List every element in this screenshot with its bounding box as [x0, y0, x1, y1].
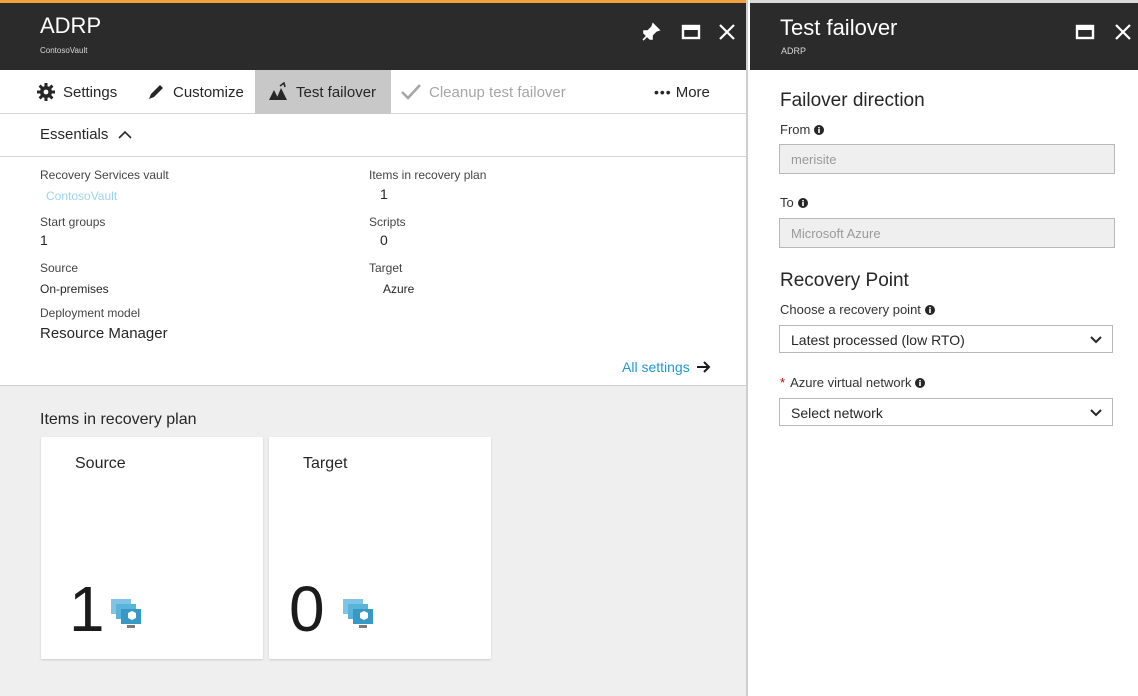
- from-label-row: From: [780, 122, 825, 137]
- maximize-icon[interactable]: [1074, 21, 1096, 43]
- from-field[interactable]: merisite: [779, 144, 1115, 174]
- to-label-row: To: [780, 195, 808, 210]
- source-label: Source: [40, 261, 79, 275]
- maximize-icon[interactable]: [680, 21, 702, 43]
- info-icon[interactable]: [814, 124, 825, 135]
- pin-icon[interactable]: [640, 21, 662, 43]
- command-bar: Settings Customize Test failover Cleanup…: [0, 70, 746, 114]
- virtual-machines-icon: [109, 597, 143, 636]
- test-failover-subtitle: ADRP: [781, 46, 807, 56]
- vault-label: Recovery Services vault: [40, 168, 169, 182]
- items-label: Items in recovery plan: [369, 168, 487, 182]
- to-label: To: [780, 195, 794, 210]
- azure-network-select[interactable]: Select network: [779, 398, 1113, 426]
- blade-title: ADRP: [40, 13, 102, 38]
- target-value: Azure: [383, 282, 415, 296]
- test-failover-label: Test failover: [296, 83, 377, 101]
- customize-label: Customize: [173, 83, 244, 101]
- azure-network-value: Select network: [791, 405, 883, 421]
- target-tile[interactable]: Target 0: [269, 437, 491, 659]
- virtual-machines-icon: [341, 597, 375, 636]
- close-icon[interactable]: [1112, 21, 1134, 43]
- cleanup-test-failover-button[interactable]: Cleanup test failover: [400, 70, 566, 114]
- blade-subtitle: ContosoVault: [40, 46, 88, 55]
- info-icon[interactable]: [915, 377, 926, 388]
- recovery-point-select[interactable]: Latest processed (low RTO): [779, 325, 1113, 353]
- items-value: 1: [380, 186, 388, 202]
- essentials-divider: [0, 156, 746, 157]
- target-tile-count: 0: [289, 573, 325, 645]
- cleanup-label: Cleanup test failover: [429, 83, 566, 101]
- source-tile-count: 1: [69, 573, 105, 645]
- settings-button[interactable]: Settings: [36, 70, 117, 114]
- arrow-right-icon: [696, 361, 711, 373]
- all-settings-link[interactable]: All settings: [622, 359, 712, 375]
- all-settings-label: All settings: [622, 359, 690, 375]
- customize-button[interactable]: Customize: [146, 70, 244, 114]
- start-groups-label: Start groups: [40, 215, 106, 229]
- required-asterisk: *: [780, 375, 786, 390]
- source-value: On-premises: [40, 282, 109, 296]
- failover-direction-heading: Failover direction: [780, 90, 925, 111]
- vault-link[interactable]: ContosoVault: [46, 189, 117, 203]
- gear-icon: [37, 83, 55, 101]
- checkmark-icon: [401, 84, 421, 100]
- to-field[interactable]: Microsoft Azure: [779, 218, 1115, 248]
- items-in-recovery-plan-section: Items in recovery plan Source 1 Target 0: [0, 385, 746, 696]
- close-icon[interactable]: [716, 21, 738, 43]
- azure-network-label: Azure virtual network: [790, 375, 912, 390]
- blade-header: ADRP ContosoVault: [0, 0, 746, 70]
- target-tile-label: Target: [303, 455, 348, 472]
- target-label: Target: [369, 261, 403, 275]
- source-tile-label: Source: [75, 455, 126, 472]
- recovery-point-heading: Recovery Point: [780, 270, 909, 291]
- more-button[interactable]: ••• More: [654, 70, 710, 114]
- scripts-label: Scripts: [369, 215, 406, 229]
- test-failover-title: Test failover: [780, 15, 898, 40]
- choose-recovery-point-label-row: Choose a recovery point: [780, 302, 935, 317]
- recovery-point-value: Latest processed (low RTO): [791, 332, 965, 348]
- test-failover-blade: Test failover ADRP Failover direction Fr…: [750, 0, 1138, 696]
- info-icon[interactable]: [797, 197, 808, 208]
- source-tile[interactable]: Source 1: [41, 437, 263, 659]
- from-label: From: [780, 122, 811, 137]
- more-dots-icon: •••: [654, 84, 672, 100]
- azure-network-label-row: * Azure virtual network: [780, 375, 926, 390]
- scripts-value: 0: [380, 232, 388, 248]
- essentials-label: Essentials: [40, 126, 109, 143]
- choose-recovery-point-label: Choose a recovery point: [780, 302, 921, 317]
- test-failover-button[interactable]: Test failover: [255, 70, 391, 114]
- chevron-down-icon: [1090, 409, 1102, 417]
- more-label: More: [675, 83, 710, 101]
- items-section-title: Items in recovery plan: [40, 411, 197, 428]
- recovery-plan-blade: ADRP ContosoVault Settings Customize Tes…: [0, 0, 748, 696]
- essentials-toggle[interactable]: Essentials: [40, 126, 132, 143]
- settings-label: Settings: [63, 83, 118, 101]
- start-groups-value: 1: [40, 232, 48, 248]
- chevron-down-icon: [1090, 336, 1102, 344]
- chevron-up-icon: [118, 130, 132, 139]
- deployment-label: Deployment model: [40, 306, 141, 320]
- test-failover-icon: [269, 82, 287, 100]
- pencil-icon: [149, 85, 163, 99]
- info-icon[interactable]: [924, 304, 935, 315]
- deployment-value: Resource Manager: [40, 325, 168, 342]
- test-failover-header: Test failover ADRP: [750, 0, 1138, 70]
